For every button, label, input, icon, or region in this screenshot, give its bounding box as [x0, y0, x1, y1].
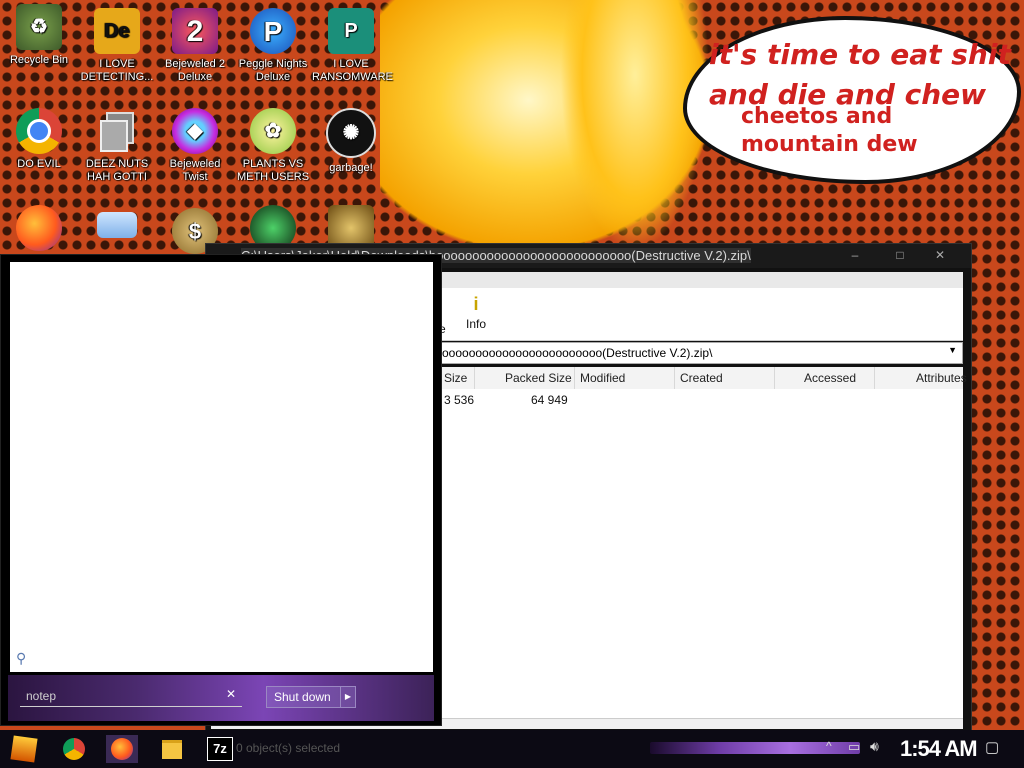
desktop-icon-label: garbage! — [329, 162, 373, 174]
shutdown-label: Shut down — [274, 690, 331, 704]
taskbar-firefox[interactable] — [106, 735, 138, 763]
folder-icon — [162, 739, 182, 759]
taskbar-chrome[interactable] — [58, 735, 90, 763]
taskbar-7zip[interactable]: 7z — [206, 735, 234, 763]
speech-line-3: cheetos and — [741, 104, 893, 129]
firefox-icon — [16, 205, 62, 251]
desktop-icon-label: Peggle Nights Deluxe — [238, 58, 308, 83]
desktop-icon-bejeweled-twist[interactable]: ◆ Bejeweled Twist — [156, 108, 234, 184]
desktop-icon-label: DEEZ NUTS HAH GOTTI — [85, 158, 149, 183]
shutdown-options-arrow-icon[interactable]: ▶ — [340, 687, 355, 707]
cell-size: 3 536 — [444, 393, 475, 407]
recycle-bin-icon: ♻ — [16, 4, 62, 50]
address-text: oooooooooooooooooooooooo(Destructive V.2… — [442, 346, 713, 360]
desktop-icon-ransomware[interactable]: P I LOVE RANSOMWARE — [312, 8, 393, 84]
speech-bubble: it's time to eat shit and die and chew c… — [683, 16, 1021, 184]
desktop-icon-label: Bejeweled Twist — [169, 158, 221, 183]
desktop-icon-network[interactable] — [78, 212, 156, 242]
col-accessed[interactable]: Accessed — [804, 371, 856, 385]
clear-search-icon[interactable]: ✕ — [226, 687, 236, 701]
7zip-icon: 7z — [207, 737, 233, 761]
col-packed-size[interactable]: Packed Size — [505, 371, 572, 385]
desktop-icon-detecting[interactable]: De I LOVE DETECTING... — [78, 8, 156, 84]
search-input-value: notep — [26, 689, 57, 703]
desktop-icon-label: I LOVE RANSOMWARE — [312, 58, 393, 83]
speech-line-4: mountain dew — [741, 132, 918, 157]
desktop-icon-do-evil[interactable]: DO EVIL — [0, 108, 78, 171]
bejeweled-2-icon: 2 — [172, 8, 218, 54]
cell-packed-size: 64 949 — [531, 393, 568, 407]
desktop-icon-label: PLANTS VS METH USERS — [236, 158, 310, 183]
bejeweled-twist-icon: ◆ — [172, 108, 218, 154]
desktop-icon-label: I LOVE DETECTING... — [80, 58, 154, 83]
col-size[interactable]: Size — [444, 371, 467, 385]
col-attributes[interactable]: Attributes — [916, 371, 967, 385]
desktop-icon-recycle-bin[interactable]: ♻ Recycle Bin — [0, 4, 78, 67]
start-button[interactable] — [8, 735, 40, 763]
search-results-panel: ⚲ — [10, 262, 433, 672]
maximize-button[interactable]: □ — [886, 248, 914, 262]
search-icon: ⚲ — [16, 650, 27, 666]
chevron-down-icon[interactable]: ▼ — [948, 345, 957, 355]
desktop-icon-bejeweled-2[interactable]: 2 Bejeweled 2 Deluxe — [156, 8, 234, 84]
clock[interactable]: 1:54 AM — [900, 736, 978, 762]
de-icon: De — [94, 8, 140, 54]
copy-icon — [94, 108, 140, 154]
info-button-label: Info — [465, 317, 486, 331]
desktop-icon-plants[interactable]: ✿ PLANTS VS METH USERS — [234, 108, 312, 184]
desktop-icon-label: DO EVIL — [17, 158, 61, 170]
network-icon — [97, 212, 137, 238]
desktop-icon-deez-nuts[interactable]: DEEZ NUTS HAH GOTTI — [78, 108, 156, 184]
search-input[interactable]: notep ✕ — [20, 684, 242, 707]
taskbar: 7z 0 object(s) selected ^ ▭ 🔊︎ 1:54 AM ▢ — [0, 730, 1024, 768]
close-button[interactable]: ✕ — [926, 248, 954, 262]
info-button[interactable]: i Info — [461, 294, 491, 331]
start-menu-bottom: notep ✕ Shut down ▶ — [8, 675, 434, 721]
desktop-icon-label: Bejeweled 2 Deluxe — [165, 58, 225, 83]
start-logo-icon — [10, 735, 38, 763]
plants-icon: ✿ — [250, 108, 296, 154]
desktop-icon-peggle[interactable]: P Peggle Nights Deluxe — [234, 8, 312, 84]
speech-line-1: it's time to eat shit — [709, 38, 1011, 71]
firefox-icon — [111, 738, 133, 760]
network-icon[interactable]: ▭ — [848, 739, 860, 755]
desktop-icon-garbage[interactable]: ✺ garbage! — [312, 108, 390, 175]
desktop-icon-label: Recycle Bin — [9, 54, 69, 66]
volume-icon[interactable]: 🔊︎ — [870, 738, 879, 755]
chrome-icon — [63, 738, 85, 760]
start-menu: ⚲ notep ✕ Shut down ▶ — [0, 254, 442, 726]
taskbar-file-explorer[interactable] — [156, 735, 188, 763]
zip-status-text: 0 object(s) selected — [236, 741, 341, 755]
desktop-icon-firefox[interactable] — [0, 205, 78, 255]
minimize-button[interactable]: – — [841, 248, 869, 262]
tray-chevron-up-icon[interactable]: ^ — [826, 739, 832, 753]
chrome-icon — [16, 108, 62, 154]
garbage-icon: ✺ — [326, 108, 376, 158]
shutdown-button[interactable]: Shut down ▶ — [266, 686, 356, 708]
col-created[interactable]: Created — [680, 371, 723, 385]
peggle-icon: P — [250, 8, 296, 54]
col-modified[interactable]: Modified — [580, 371, 625, 385]
info-icon: i — [473, 294, 479, 314]
notification-icon[interactable]: ▢ — [985, 738, 999, 756]
publisher-icon: P — [328, 8, 374, 54]
